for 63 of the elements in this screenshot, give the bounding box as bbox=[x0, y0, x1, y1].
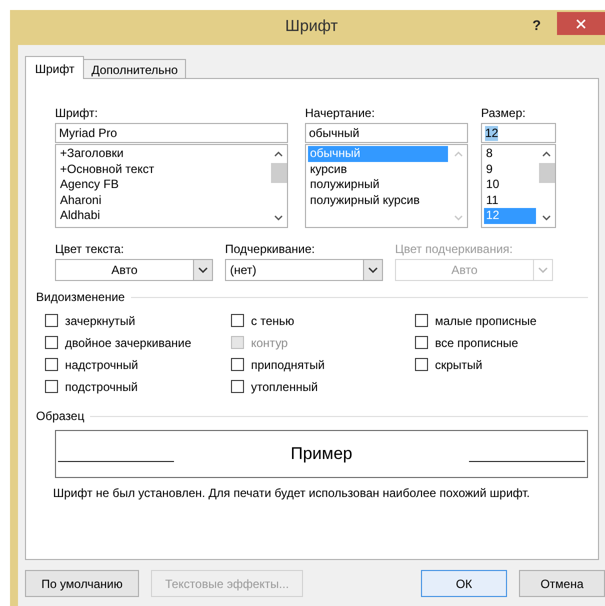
chevron-down-icon bbox=[368, 267, 378, 273]
text-field[interactable]: обычный bbox=[305, 123, 468, 143]
field-label: Размер: bbox=[481, 105, 527, 122]
checkbox-label: утопленный bbox=[251, 380, 318, 394]
field-value: обычный bbox=[309, 126, 360, 140]
list-item[interactable]: курсив bbox=[308, 162, 448, 177]
list-item[interactable]: +Заголовки bbox=[58, 146, 268, 162]
chevron-down-icon bbox=[198, 267, 208, 273]
field-label: Цвет подчеркивания: bbox=[395, 241, 514, 258]
field-value: Myriad Pro bbox=[59, 126, 118, 140]
chevron-down-icon bbox=[538, 267, 548, 273]
field-label: Шрифт: bbox=[55, 105, 99, 122]
checkbox-label: контур bbox=[251, 336, 288, 350]
checkbox-label: зачеркнутый bbox=[65, 314, 136, 328]
field-label: Подчеркивание: bbox=[225, 241, 316, 258]
checkbox-label: надстрочный bbox=[65, 358, 138, 372]
dropdown[interactable]: Авто bbox=[55, 259, 213, 281]
dialog-button[interactable]: По умолчанию bbox=[25, 570, 139, 597]
checkbox-label: скрытый bbox=[435, 358, 482, 372]
tab[interactable]: Шрифт bbox=[25, 56, 84, 79]
dialog-button[interactable]: ОК bbox=[421, 570, 507, 597]
sample-text: Пример bbox=[290, 444, 352, 464]
checkbox[interactable] bbox=[231, 314, 244, 327]
checkbox[interactable] bbox=[415, 314, 428, 327]
checkbox[interactable] bbox=[415, 358, 428, 371]
preview-note: Шрифт не был установлен. Для печати будет использован наиболее похожий шрифт. bbox=[53, 486, 531, 500]
list-item[interactable]: 9 bbox=[484, 162, 536, 177]
list-item[interactable]: Agency FB bbox=[58, 177, 268, 192]
checkbox-label: подстрочный bbox=[65, 380, 138, 394]
text-field[interactable]: 12 bbox=[481, 123, 556, 143]
checkbox-label: приподнятый bbox=[251, 358, 325, 372]
checkbox[interactable] bbox=[415, 336, 428, 349]
checkbox-label: с тенью bbox=[251, 314, 294, 328]
tab[interactable]: Дополнительно bbox=[83, 59, 186, 78]
checkbox-label: малые прописные bbox=[435, 314, 537, 328]
field-value: 12 bbox=[485, 126, 498, 140]
checkbox[interactable] bbox=[45, 380, 58, 393]
checkbox[interactable] bbox=[45, 336, 58, 349]
checkbox[interactable] bbox=[45, 314, 58, 327]
checkbox[interactable] bbox=[231, 358, 244, 371]
list-item[interactable]: полужирный bbox=[308, 177, 448, 192]
text-field[interactable]: Myriad Pro bbox=[55, 123, 288, 143]
close-icon bbox=[576, 18, 586, 28]
list-item[interactable]: полужирный курсив bbox=[308, 192, 448, 208]
close-button[interactable] bbox=[556, 12, 605, 35]
list-item[interactable]: 11 bbox=[484, 192, 536, 208]
list-item[interactable]: 8 bbox=[484, 146, 536, 162]
dropdown[interactable]: (нет) bbox=[225, 259, 383, 281]
list-item[interactable]: Aldhabi bbox=[58, 208, 268, 224]
field-label: Начертание: bbox=[305, 105, 376, 122]
list-item[interactable]: +Основной текст bbox=[58, 162, 268, 177]
field-label: Цвет текста: bbox=[55, 241, 126, 258]
list-item[interactable]: Aharoni bbox=[58, 192, 268, 208]
section-title: Образец bbox=[36, 409, 84, 423]
dialog-button[interactable]: Отмена bbox=[519, 570, 605, 597]
checkbox-label: все прописные bbox=[435, 336, 518, 350]
list-item[interactable]: 10 bbox=[484, 177, 536, 192]
help-button[interactable]: ? bbox=[528, 14, 545, 35]
checkbox[interactable] bbox=[45, 358, 58, 371]
checkbox-label: двойное зачеркивание bbox=[65, 336, 192, 350]
section-title: Видоизменение bbox=[36, 290, 125, 304]
checkbox[interactable] bbox=[231, 380, 244, 393]
window-title: Шрифт bbox=[285, 18, 338, 36]
